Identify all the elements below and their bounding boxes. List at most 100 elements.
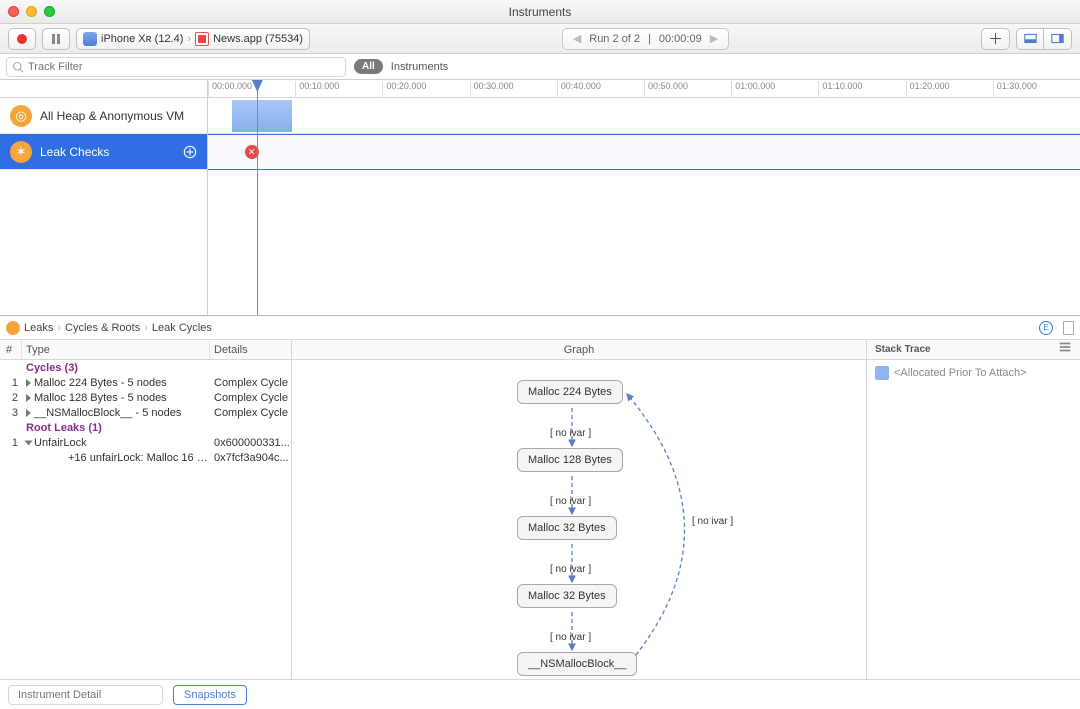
- graph-node[interactable]: Malloc 128 Bytes: [517, 448, 623, 472]
- detail-area: # Type Details Cycles (3)1Malloc 224 Byt…: [0, 340, 1080, 679]
- inspector-header: Stack Trace: [867, 340, 1080, 360]
- leaks-icon: ✶: [10, 141, 32, 163]
- time-tick: 00:20.000: [382, 81, 426, 98]
- table-row[interactable]: 2Malloc 128 Bytes - 5 nodesComplex Cycle: [0, 390, 291, 405]
- time-tick: 00:40.000: [557, 81, 601, 98]
- col-details[interactable]: Details: [210, 340, 291, 359]
- track-name: All Heap & Anonymous VM: [40, 109, 197, 123]
- time-ruler[interactable]: 00:00.000 00:10.000 00:20.000 00:30.000 00:4…: [208, 80, 1080, 98]
- track-name: Leak Checks: [40, 145, 175, 159]
- inspector: Stack Trace <Allocated Prior To Attach>: [867, 340, 1080, 679]
- table-row[interactable]: 1UnfairLock0x600000331...: [0, 435, 291, 450]
- edge-label: [ no ivar ]: [692, 516, 733, 527]
- time-tick: 00:30.000: [470, 81, 514, 98]
- stack-trace-text: <Allocated Prior To Attach>: [894, 367, 1027, 379]
- target-device: iPhone Xʀ (12.4): [101, 33, 183, 45]
- graph-node[interactable]: Malloc 224 Bytes: [517, 380, 623, 404]
- chevron-right-icon: ›: [144, 322, 148, 334]
- run-label: Run 2 of 2: [589, 33, 640, 45]
- track-leaks[interactable]: ✶ Leak Checks: [0, 134, 207, 170]
- table-header: # Type Details: [0, 340, 291, 360]
- stack-trace-label: Stack Trace: [875, 340, 931, 359]
- graph-node[interactable]: Malloc 32 Bytes: [517, 516, 617, 540]
- crumb-b[interactable]: Cycles & Roots: [65, 322, 140, 334]
- detail-filter-field[interactable]: [8, 685, 163, 705]
- detail-filter-input[interactable]: [18, 689, 160, 701]
- add-instrument-button[interactable]: ＋: [981, 28, 1010, 50]
- view-mode-seg[interactable]: [1016, 28, 1072, 50]
- leaks-icon: [6, 321, 20, 335]
- crumb-c[interactable]: Leak Cycles: [152, 322, 212, 334]
- col-number[interactable]: #: [0, 340, 22, 359]
- document-icon[interactable]: [1063, 321, 1074, 335]
- heap-region: [232, 100, 292, 132]
- panel-bottom-icon: [1024, 33, 1037, 44]
- table-row[interactable]: +16 unfairLock: Malloc 16 Bytes0x7fcf3a9…: [0, 450, 291, 465]
- panel-right-icon: [1051, 33, 1064, 44]
- time-tick: 01:10.000: [818, 81, 862, 98]
- timeline: ◎ All Heap & Anonymous VM ✶ Leak Checks …: [0, 80, 1080, 316]
- graph-canvas[interactable]: Malloc 224 Bytes Malloc 128 Bytes Malloc 3…: [292, 360, 866, 679]
- edge-label: [ no ivar ]: [550, 564, 591, 575]
- extended-detail-icon[interactable]: E: [1039, 321, 1053, 335]
- add-track-icon[interactable]: [183, 145, 197, 159]
- detail-breadcrumb: Leaks › Cycles & Roots › Leak Cycles E: [0, 316, 1080, 340]
- crumb-a[interactable]: Leaks: [24, 322, 53, 334]
- pause-icon: [52, 34, 60, 44]
- scope-all-pill[interactable]: All: [354, 59, 383, 74]
- graph-header: Graph: [292, 340, 866, 360]
- filter-bar: All Instruments: [0, 54, 1080, 80]
- table-row[interactable]: 3__NSMallocBlock__ - 5 nodesComplex Cycl…: [0, 405, 291, 420]
- device-icon: [83, 32, 97, 46]
- time-tick: 01:00.000: [731, 81, 775, 98]
- time-tick: 00:50.000: [644, 81, 688, 98]
- table-group[interactable]: Cycles (3): [0, 360, 291, 375]
- view-mode-detail[interactable]: [1044, 28, 1072, 50]
- app-icon: [195, 32, 209, 46]
- view-mode-strategy[interactable]: [1016, 28, 1044, 50]
- prev-run-icon[interactable]: ◀: [573, 32, 581, 45]
- pause-button[interactable]: [42, 28, 70, 50]
- track-filter-input[interactable]: [28, 61, 340, 73]
- snapshots-button[interactable]: Snapshots: [173, 685, 247, 705]
- allocations-icon: ◎: [10, 105, 32, 127]
- track-heap[interactable]: ◎ All Heap & Anonymous VM: [0, 98, 207, 134]
- scope-instruments-label[interactable]: Instruments: [391, 61, 448, 73]
- col-type[interactable]: Type: [22, 340, 210, 359]
- graph-node[interactable]: Malloc 32 Bytes: [517, 584, 617, 608]
- edge-label: [ no ivar ]: [550, 496, 591, 507]
- time-tick: 00:00.000: [208, 81, 252, 98]
- cycles-table: # Type Details Cycles (3)1Malloc 224 Byt…: [0, 340, 292, 679]
- run-selector[interactable]: ◀ Run 2 of 2 | 00:00:09 ▶: [562, 28, 729, 50]
- bottom-bar: Snapshots: [0, 679, 1080, 709]
- user-icon: [875, 366, 889, 380]
- run-time: 00:00:09: [659, 33, 702, 45]
- edge-label: [ no ivar ]: [550, 632, 591, 643]
- next-run-icon[interactable]: ▶: [710, 32, 718, 45]
- target-app: News.app (75534): [213, 33, 303, 45]
- toolbar: iPhone Xʀ (12.4) › News.app (75534) ◀ Ru…: [0, 24, 1080, 54]
- window-titlebar: Instruments: [0, 0, 1080, 24]
- timeline-canvas[interactable]: 00:00.000 00:10.000 00:20.000 00:30.000 00:4…: [208, 80, 1080, 315]
- edge-label: [ no ivar ]: [550, 428, 591, 439]
- chevron-right-icon: ›: [57, 322, 61, 334]
- lane-heap: [208, 98, 1080, 134]
- graph-node[interactable]: __NSMallocBlock__: [517, 652, 637, 676]
- time-tick: 01:20.000: [906, 81, 950, 98]
- cycle-graph: Graph Malloc 224 BytesMalloc 128 BytesMa…: [292, 340, 867, 679]
- window-title: Instruments: [0, 5, 1080, 19]
- table-group[interactable]: Root Leaks (1): [0, 420, 291, 435]
- track-list: ◎ All Heap & Anonymous VM ✶ Leak Checks: [0, 80, 208, 315]
- settings-icon[interactable]: [1058, 340, 1072, 354]
- target-path[interactable]: iPhone Xʀ (12.4) › News.app (75534): [76, 28, 310, 50]
- table-row[interactable]: 1Malloc 224 Bytes - 5 nodesComplex Cycle: [0, 375, 291, 390]
- time-tick: 01:30.000: [993, 81, 1037, 98]
- track-filter-field[interactable]: [6, 57, 346, 77]
- search-icon: [12, 61, 24, 73]
- table-body[interactable]: Cycles (3)1Malloc 224 Bytes - 5 nodesCom…: [0, 360, 291, 679]
- chevron-right-icon: ›: [187, 33, 191, 45]
- record-button[interactable]: [8, 28, 36, 50]
- stack-trace-value: <Allocated Prior To Attach>: [867, 360, 1080, 386]
- time-tick: 00:10.000: [295, 81, 339, 98]
- playhead[interactable]: [257, 80, 258, 315]
